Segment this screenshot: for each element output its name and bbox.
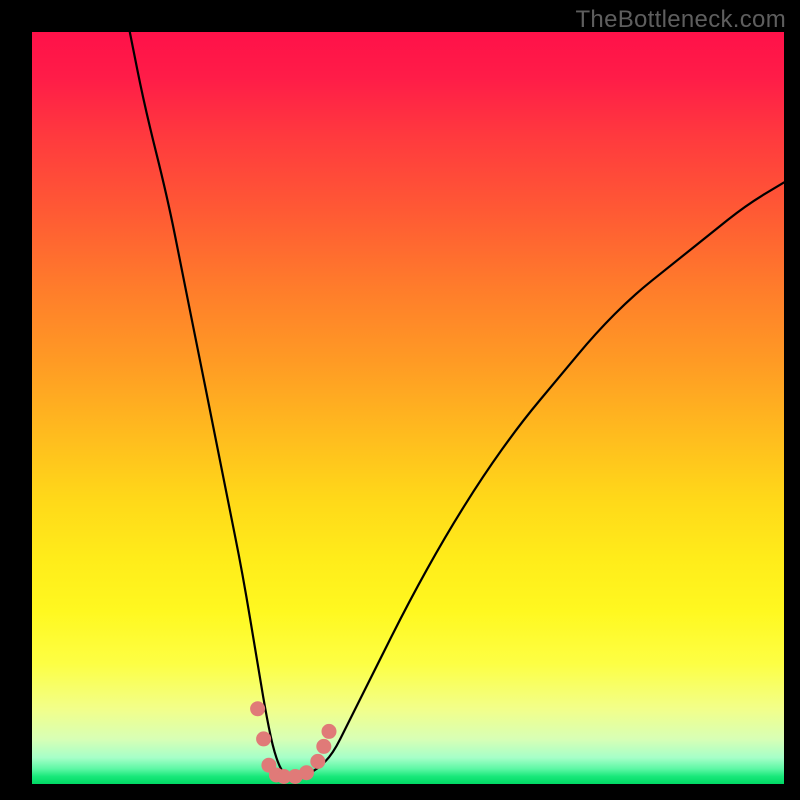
- sample-dot: [251, 702, 265, 716]
- bottleneck-curve-path: [130, 32, 784, 777]
- chart-svg: [32, 32, 784, 784]
- sample-dot: [322, 724, 336, 738]
- sample-dot: [311, 754, 325, 768]
- plot-area: [32, 32, 784, 784]
- sample-dots-group: [251, 702, 336, 784]
- sample-dot: [317, 739, 331, 753]
- sample-dot: [300, 766, 314, 780]
- outer-frame: TheBottleneck.com: [0, 0, 800, 800]
- sample-dot: [257, 732, 271, 746]
- watermark-label: TheBottleneck.com: [575, 6, 786, 34]
